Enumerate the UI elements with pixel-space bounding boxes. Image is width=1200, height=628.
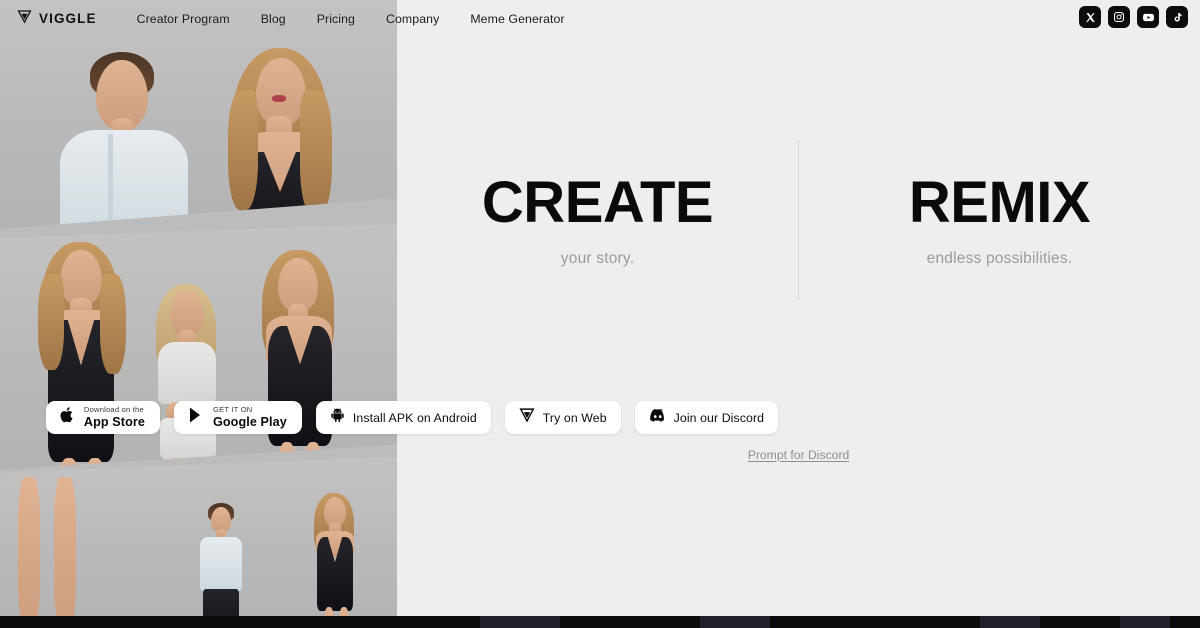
brand-logo[interactable]: VIGGLE: [17, 9, 97, 29]
google-play-big-label: Google Play: [212, 415, 287, 429]
instagram-icon[interactable]: [1108, 6, 1130, 28]
join-discord-button[interactable]: Join our Discord: [634, 401, 779, 434]
join-discord-label: Join our Discord: [673, 410, 765, 425]
prompt-for-discord-link[interactable]: Prompt for Discord: [748, 448, 850, 462]
tiktok-icon[interactable]: [1166, 6, 1188, 28]
main-navigation: Creator Program Blog Pricing Company Mem…: [137, 12, 565, 26]
discord-icon: [649, 408, 666, 427]
viggle-v-icon: [17, 9, 32, 29]
collage-band-middle: [0, 222, 397, 472]
app-store-label: Download on the App Store: [84, 406, 145, 428]
app-store-big-label: App Store: [83, 415, 145, 429]
hero-headline-create: CREATE: [481, 170, 714, 235]
landing-page: VIGGLE Creator Program Blog Pricing Comp…: [0, 0, 1200, 628]
hero-subline-remix: endless possibilities.: [926, 250, 1073, 267]
nav-item-company[interactable]: Company: [386, 12, 439, 26]
site-header: VIGGLE Creator Program Blog Pricing Comp…: [0, 0, 1200, 37]
collage-figure-legs-left: [18, 477, 40, 616]
install-apk-button[interactable]: Install APK on Android: [315, 401, 491, 434]
try-on-web-button[interactable]: Try on Web: [504, 401, 621, 434]
nav-item-meme-generator[interactable]: Meme Generator: [470, 12, 564, 26]
hero-headline-remix: REMIX: [908, 170, 1091, 235]
try-on-web-label: Try on Web: [542, 410, 607, 425]
page-bottom-strip: [0, 616, 1200, 628]
download-button-row: Download on the App Store GET IT ON Goog…: [0, 401, 987, 434]
hero-image-collage: [0, 0, 397, 616]
apple-icon: [59, 406, 75, 429]
prompt-link-container: Prompt for Discord: [397, 446, 1200, 464]
x-twitter-icon[interactable]: [1079, 6, 1101, 28]
headline-row: CREATE your story. REMIX endless possibi…: [397, 140, 1200, 300]
google-play-label: GET IT ON Google Play: [213, 406, 287, 428]
hero-column-create: CREATE your story.: [397, 140, 798, 268]
nav-item-creator-program[interactable]: Creator Program: [137, 12, 230, 26]
google-play-icon: [187, 406, 204, 429]
collage-band-bottom: [0, 455, 397, 616]
youtube-icon[interactable]: [1137, 6, 1159, 28]
android-icon: [330, 407, 345, 428]
hero-subline-create: your story.: [560, 250, 635, 267]
hero-column-remix: REMIX endless possibilities.: [799, 140, 1200, 268]
app-store-button[interactable]: Download on the App Store: [45, 401, 160, 434]
google-play-button[interactable]: GET IT ON Google Play: [173, 401, 302, 434]
social-links: [1079, 6, 1188, 28]
viggle-v-icon: [519, 407, 535, 428]
brand-name: VIGGLE: [39, 11, 97, 26]
app-store-small-label: Download on the: [83, 405, 144, 415]
hero-section: CREATE your story. REMIX endless possibi…: [397, 0, 1200, 616]
google-play-small-label: GET IT ON: [212, 405, 253, 415]
nav-item-pricing[interactable]: Pricing: [317, 12, 355, 26]
install-apk-label: Install APK on Android: [352, 410, 477, 425]
nav-item-blog[interactable]: Blog: [261, 12, 286, 26]
